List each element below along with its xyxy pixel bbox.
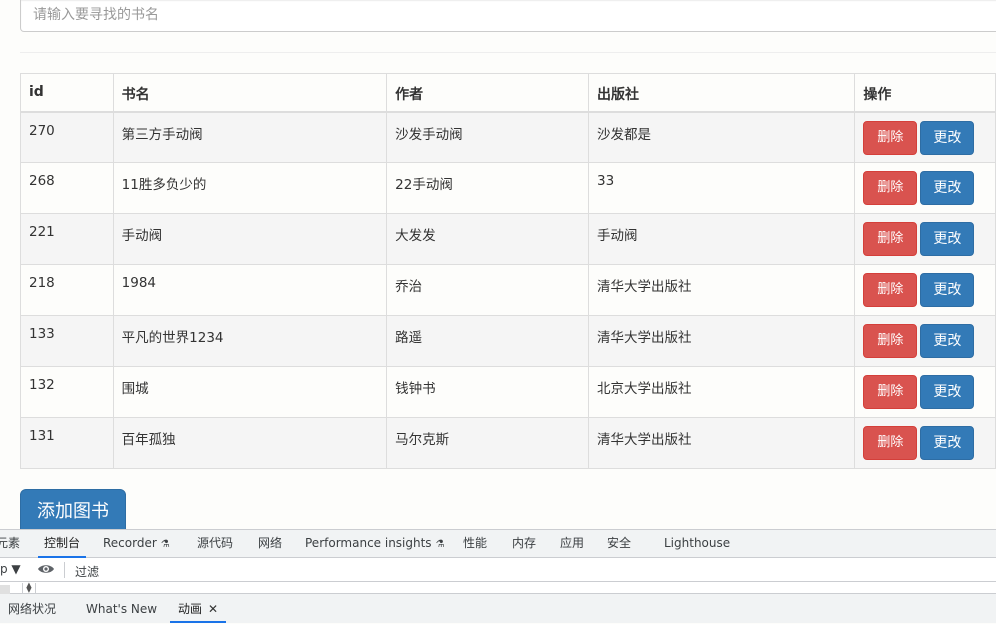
cell-book-name: 平凡的世界1234	[112, 315, 388, 367]
delete-button[interactable]: 删除	[863, 324, 918, 358]
table-header-row: id 书名 作者 出版社 操作	[20, 73, 996, 113]
cell-publisher: 沙发都是	[587, 111, 856, 163]
cell-publisher: 手动阀	[587, 213, 856, 265]
drawer-tab-network-conditions[interactable]: 网络状况	[8, 594, 56, 623]
delete-button[interactable]: 删除	[863, 426, 918, 460]
cell-author: 沙发手动阀	[386, 111, 589, 163]
edit-button[interactable]: 更改	[920, 171, 975, 205]
cell-operations: 删除 更改	[854, 417, 996, 469]
cell-author: 路遥	[386, 315, 589, 367]
tab-performance-insights-label: Performance insights	[305, 536, 432, 550]
cell-publisher: 清华大学出版社	[587, 417, 856, 469]
cell-author: 大发发	[386, 213, 589, 265]
table-row: 218 1984 乔治 清华大学出版社 删除 更改	[20, 264, 996, 316]
tab-performance[interactable]: 性能	[463, 530, 487, 558]
cell-publisher: 清华大学出版社	[587, 315, 856, 367]
cell-book-name: 1984	[112, 264, 388, 316]
tab-recorder-label: Recorder	[103, 536, 157, 550]
delete-button[interactable]: 删除	[863, 222, 918, 256]
edit-button[interactable]: 更改	[920, 324, 975, 358]
table-row: 131 百年孤独 马尔克斯 清华大学出版社 删除 更改	[20, 417, 996, 469]
edit-button[interactable]: 更改	[920, 426, 975, 460]
cell-operations: 删除 更改	[854, 366, 996, 418]
cell-operations: 删除 更改	[854, 264, 996, 316]
edit-button[interactable]: 更改	[920, 222, 975, 256]
cell-author: 22手动阀	[386, 162, 589, 214]
delete-button[interactable]: 删除	[863, 375, 918, 409]
table-row: 221 手动阀 大发发 手动阀 删除 更改	[20, 213, 996, 265]
cell-book-name: 百年孤独	[112, 417, 388, 469]
header-operations: 操作	[854, 73, 996, 113]
cell-id: 218	[20, 264, 114, 316]
table-row: 270 第三方手动阀 沙发手动阀 沙发都是 删除 更改	[20, 111, 996, 163]
cell-operations: 删除 更改	[854, 213, 996, 265]
flask-icon: ⚗	[435, 539, 445, 550]
tab-application[interactable]: 应用	[560, 530, 584, 558]
table-row: 268 11胜多负少的 22手动阀 33 删除 更改	[20, 162, 996, 214]
tab-recorder[interactable]: Recorder ⚗	[103, 530, 170, 558]
cell-id: 221	[20, 213, 114, 265]
tab-memory[interactable]: 内存	[512, 530, 536, 558]
tab-console[interactable]: 控制台	[38, 530, 87, 558]
cell-operations: 删除 更改	[854, 315, 996, 367]
devtools-panel: 元素 控制台 Recorder ⚗ 源代码 网络 Performance insi…	[0, 529, 996, 623]
cell-author: 钱钟书	[386, 366, 589, 418]
cell-book-name: 第三方手动阀	[112, 111, 388, 163]
toolbar-separator	[64, 562, 65, 578]
cell-author: 乔治	[386, 264, 589, 316]
tab-sources[interactable]: 源代码	[197, 530, 233, 558]
cell-book-name: 围城	[112, 366, 388, 418]
cell-id: 270	[20, 111, 114, 163]
delete-button[interactable]: 删除	[863, 273, 918, 307]
drawer-tab-bar: 网络状况 What's New 动画 ✕	[0, 594, 996, 623]
tab-security[interactable]: 安全	[607, 530, 631, 558]
filter-input[interactable]: 过滤	[75, 563, 99, 580]
drawer-tab-animations-label: 动画	[178, 602, 203, 616]
cell-id: 131	[20, 417, 114, 469]
close-icon[interactable]: ✕	[208, 602, 218, 616]
header-id: id	[20, 73, 114, 113]
header-author: 作者	[386, 73, 589, 113]
tab-elements[interactable]: 元素	[0, 530, 20, 558]
cell-author: 马尔克斯	[386, 417, 589, 469]
scroll-arrows-icon[interactable]: ▲ ▼	[22, 582, 36, 594]
edit-button[interactable]: 更改	[920, 273, 975, 307]
cell-publisher: 清华大学出版社	[587, 264, 856, 316]
divider	[20, 52, 996, 53]
delete-button[interactable]: 删除	[863, 120, 918, 155]
add-book-button[interactable]: 添加图书	[20, 489, 126, 533]
cell-id: 133	[20, 315, 114, 367]
delete-button[interactable]: 删除	[863, 171, 918, 205]
edit-button[interactable]: 更改	[920, 375, 975, 409]
cell-book-name: 11胜多负少的	[112, 162, 388, 214]
cell-publisher: 北京大学出版社	[587, 366, 856, 418]
devtools-tab-bar: 元素 控制台 Recorder ⚗ 源代码 网络 Performance insi…	[0, 530, 996, 558]
drawer-tab-whats-new[interactable]: What's New	[86, 594, 157, 623]
cell-publisher: 33	[587, 162, 856, 214]
header-publisher: 出版社	[587, 73, 856, 113]
cell-operations: 删除 更改	[854, 162, 996, 214]
console-toolbar: p ▼ 过滤	[0, 558, 996, 582]
books-table: id 书名 作者 出版社 操作 270 第三方手动阀 沙发手动阀 沙发都是 删除…	[20, 73, 996, 469]
eye-icon[interactable]	[36, 560, 56, 578]
console-resize-strip: ▲ ▼	[0, 582, 996, 594]
cell-id: 268	[20, 162, 114, 214]
table-row: 133 平凡的世界1234 路遥 清华大学出版社 删除 更改	[20, 315, 996, 367]
drawer-tab-animations[interactable]: 动画 ✕	[170, 594, 227, 623]
flask-icon: ⚗	[160, 539, 170, 550]
cell-id: 132	[20, 366, 114, 418]
tab-lighthouse[interactable]: Lighthouse	[664, 530, 730, 558]
tab-performance-insights[interactable]: Performance insights ⚗	[305, 530, 445, 558]
table-row: 132 围城 钱钟书 北京大学出版社 删除 更改	[20, 366, 996, 418]
book-search-input[interactable]	[21, 0, 996, 31]
search-box[interactable]	[20, 0, 996, 32]
cell-book-name: 手动阀	[112, 213, 388, 265]
cell-operations: 删除 更改	[854, 111, 996, 163]
context-selector[interactable]: p ▼	[0, 562, 21, 576]
console-sidebar-toggle[interactable]	[0, 585, 10, 594]
header-book-name: 书名	[112, 73, 388, 113]
edit-button[interactable]: 更改	[920, 120, 975, 155]
tab-network[interactable]: 网络	[258, 530, 282, 558]
